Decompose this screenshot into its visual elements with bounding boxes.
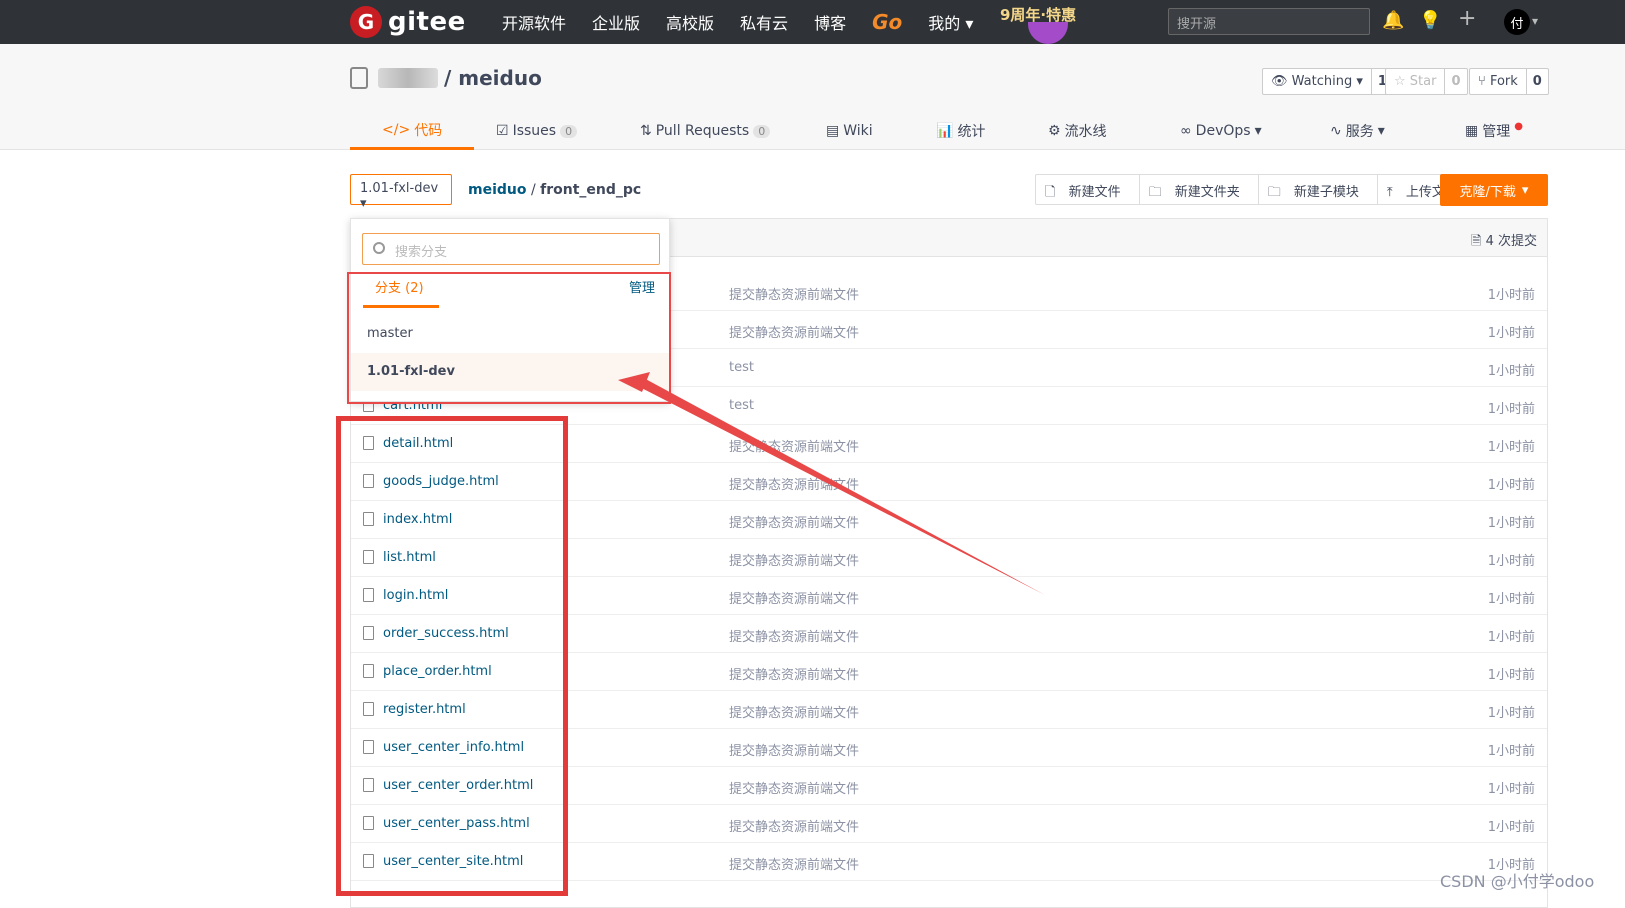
arrow-shaft — [630, 376, 1045, 595]
watermark: CSDN @小付学odoo — [1440, 872, 1595, 891]
annotation-arrow — [618, 372, 1045, 595]
